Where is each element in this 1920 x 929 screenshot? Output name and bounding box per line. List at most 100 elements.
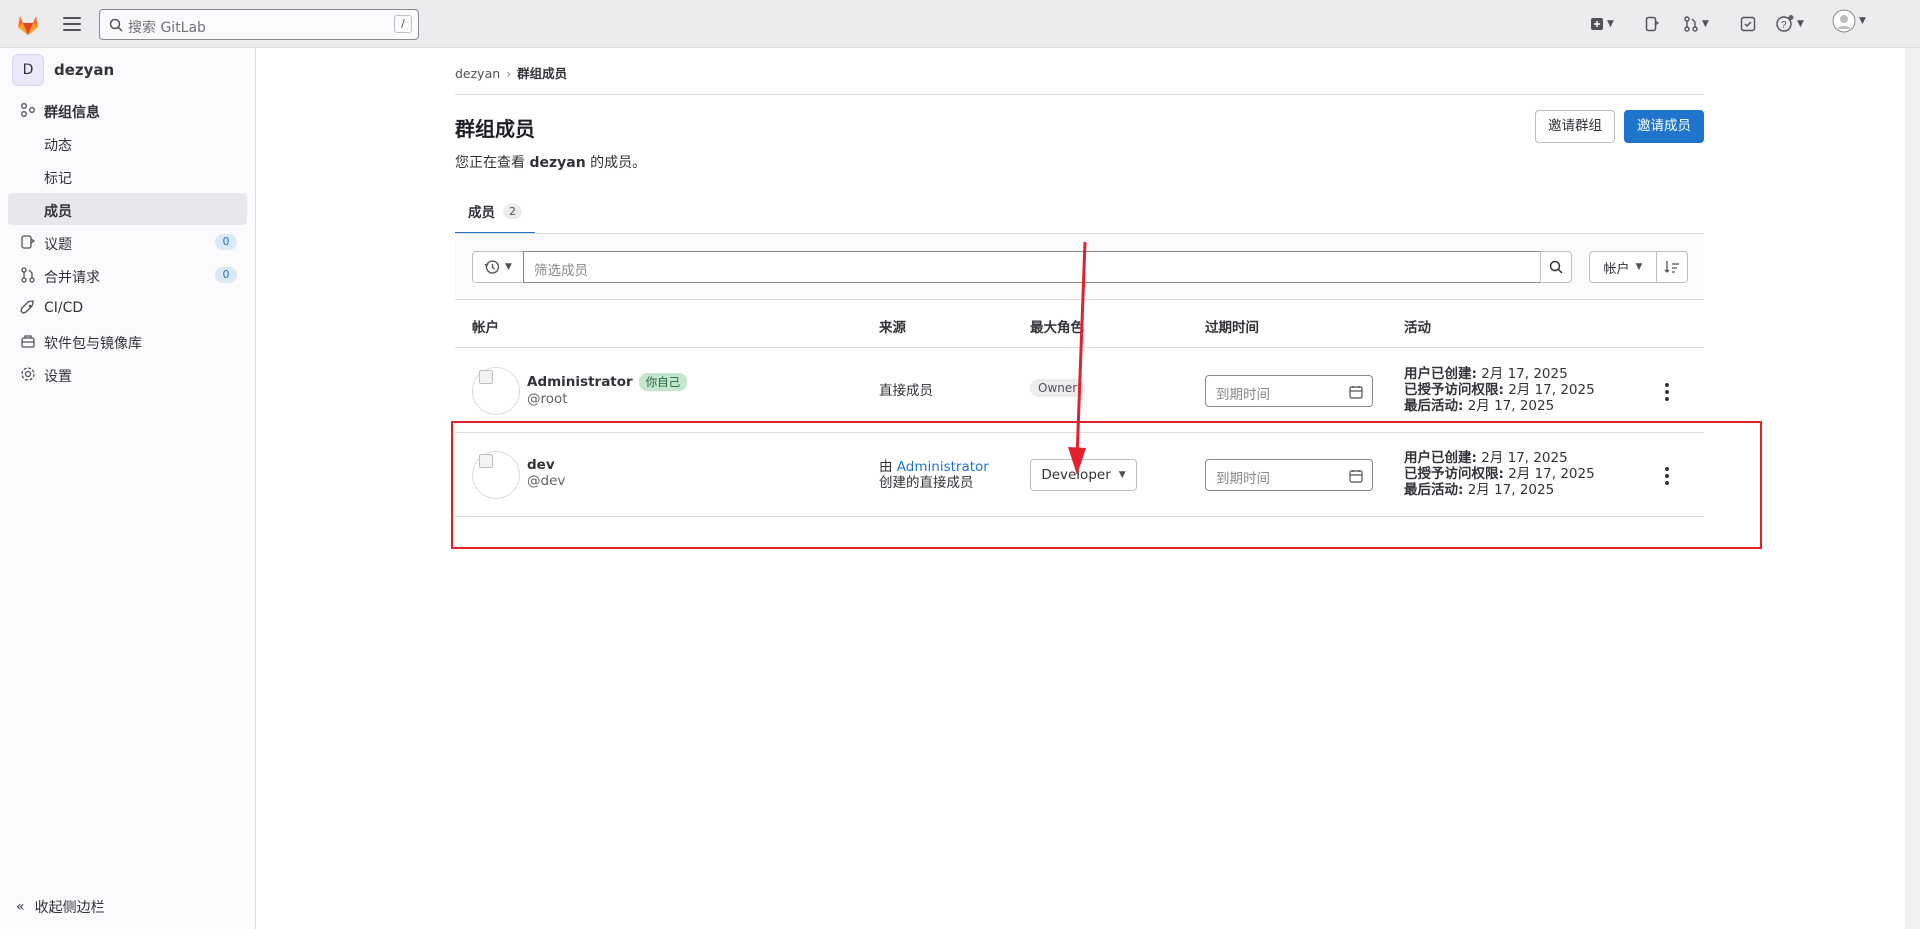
invite-member-button[interactable]: 邀请成员 <box>1624 110 1704 143</box>
activity-granted-date: 2月 17, 2025 <box>1508 382 1595 398</box>
merge-requests-count-badge: 0 <box>215 267 237 283</box>
svg-text:?: ? <box>1781 20 1787 31</box>
sidebar-item-label: 软件包与镜像库 <box>44 336 142 352</box>
chevron-down-icon: ▼ <box>1859 16 1866 26</box>
member-name-text: Administrator <box>527 374 633 390</box>
sidebar-item-label: 合并请求 <box>44 270 100 286</box>
broken-image-icon <box>479 370 493 384</box>
sidebar-item-label: 标记 <box>44 171 72 187</box>
sidebar-item-label: 设置 <box>44 369 72 385</box>
sidebar-item-members[interactable]: 成员 <box>8 193 247 225</box>
calendar-icon <box>1349 386 1363 399</box>
column-header-source: 来源 <box>879 320 906 336</box>
double-chevron-left-icon: « <box>16 899 25 915</box>
avatar[interactable] <box>472 367 520 415</box>
issues-icon <box>21 235 36 249</box>
desc-prefix: 您正在查看 <box>455 155 530 171</box>
invite-group-button[interactable]: 邀请群组 <box>1535 110 1615 143</box>
members-table-header: 帐户 来源 最大角色 过期时间 活动 <box>455 300 1704 348</box>
sidebar-item-label: 议题 <box>44 237 72 253</box>
sidebar-item-label: 动态 <box>44 138 72 154</box>
filter-placeholder: 筛选成员 <box>534 263 588 279</box>
column-header-max-role: 最大角色 <box>1030 320 1084 336</box>
issues-button[interactable] <box>1645 15 1659 33</box>
recent-searches-button[interactable]: ▼ <box>472 251 524 283</box>
help-icon: ? <box>1776 15 1794 32</box>
user-avatar-icon <box>1832 9 1856 33</box>
member-source: 直接成员 <box>879 383 933 399</box>
group-header[interactable]: D dezyan <box>12 54 114 86</box>
member-name[interactable]: Administrator 你自己 <box>527 373 688 391</box>
plus-square-icon <box>1591 18 1603 30</box>
sidebar-item-cicd[interactable]: CI/CD <box>8 292 247 324</box>
page-title: 群组成员 <box>455 117 535 141</box>
rocket-icon <box>20 300 34 314</box>
sort-lowest-icon <box>1664 261 1679 273</box>
sort-field-label: 帐户 <box>1603 261 1630 277</box>
menu-toggle-icon[interactable] <box>62 14 82 34</box>
sidebar-item-label: 群组信息 <box>44 105 100 121</box>
sidebar-item-merge-requests[interactable]: 合并请求 0 <box>8 259 247 291</box>
group-avatar: D <box>12 54 44 86</box>
history-icon <box>484 260 500 274</box>
search-shortcut-hint: / <box>394 15 412 33</box>
package-icon <box>21 335 35 348</box>
page-description: 您正在查看 dezyan 的成员。 <box>455 152 646 172</box>
filter-bar: ▼ 筛选成员 帐户 ▼ <box>455 234 1704 300</box>
help-button[interactable]: ? ▼ <box>1776 15 1804 33</box>
role-badge: Owner <box>1030 379 1086 397</box>
filter-members-input[interactable]: 筛选成员 <box>523 251 1541 283</box>
search-input[interactable]: 搜索 GitLab / <box>99 9 419 40</box>
annotation-highlight-box <box>451 421 1762 549</box>
sort-direction-button[interactable] <box>1656 251 1688 283</box>
column-header-expiration: 过期时间 <box>1205 320 1259 336</box>
activity-created-label: 用户已创建: <box>1404 366 1477 382</box>
breadcrumb-current[interactable]: 群组成员 <box>517 66 567 81</box>
tab-members[interactable]: 成员 2 <box>455 190 535 234</box>
sidebar-item-group-info[interactable]: 群组信息 <box>8 94 247 126</box>
chevron-down-icon: ▼ <box>1702 19 1709 29</box>
create-new-button[interactable]: ▼ <box>1590 15 1614 33</box>
sidebar-item-settings[interactable]: 设置 <box>8 358 247 390</box>
group-name: dezyan <box>54 61 115 79</box>
sidebar-item-label: 成员 <box>44 204 72 220</box>
sidebar-item-label: CI/CD <box>44 300 84 316</box>
todo-check-icon <box>1740 16 1756 32</box>
member-activity: 用户已创建: 2月 17, 2025 已授予访问权限: 2月 17, 2025 … <box>1404 366 1595 414</box>
search-placeholder: 搜索 GitLab <box>128 20 206 36</box>
collapse-sidebar-label: 收起侧边栏 <box>34 900 105 916</box>
tab-count-badge: 2 <box>503 203 522 219</box>
sidebar-item-issues[interactable]: 议题 0 <box>8 226 247 258</box>
page-scrollbar[interactable] <box>1905 48 1920 929</box>
filter-search-button[interactable] <box>1540 251 1572 283</box>
todos-button[interactable] <box>1740 15 1756 33</box>
you-badge: 你自己 <box>638 373 688 391</box>
merge-requests-button[interactable]: ▼ <box>1683 15 1709 33</box>
activity-last-label: 最后活动: <box>1404 398 1464 414</box>
desc-group-name: dezyan <box>529 155 586 171</box>
desc-suffix: 的成员。 <box>585 155 647 171</box>
sort-field-dropdown[interactable]: 帐户 ▼ <box>1589 251 1657 283</box>
sidebar-item-labels[interactable]: 标记 <box>8 160 247 192</box>
activity-granted-label: 已授予访问权限: <box>1404 382 1504 398</box>
sidebar-item-activity[interactable]: 动态 <box>8 127 247 159</box>
tab-label: 成员 <box>468 205 495 221</box>
sidebar-item-packages[interactable]: 软件包与镜像库 <box>8 325 247 357</box>
chevron-down-icon: ▼ <box>505 262 512 272</box>
activity-created-date: 2月 17, 2025 <box>1481 366 1568 382</box>
breadcrumb-root-link[interactable]: dezyan <box>455 66 500 81</box>
search-icon <box>109 18 123 32</box>
more-actions-icon[interactable] <box>1665 383 1669 401</box>
member-username: @root <box>527 391 568 407</box>
chevron-down-icon: ▼ <box>1607 19 1614 29</box>
expiration-date-input[interactable]: 到期时间 <box>1205 375 1373 407</box>
expiration-placeholder: 到期时间 <box>1216 387 1270 403</box>
user-menu-button[interactable]: ▼ <box>1832 9 1866 33</box>
gitlab-logo-icon[interactable] <box>14 10 42 38</box>
merge-request-icon <box>21 267 35 283</box>
collapse-sidebar-button[interactable]: « 收起侧边栏 <box>16 897 105 917</box>
divider <box>455 94 1704 95</box>
breadcrumb-separator-icon: › <box>506 66 512 81</box>
sidebar: D dezyan 群组信息 动态 标记 成员 议题 0 合并请求 0 CI/CD… <box>0 48 256 929</box>
issues-icon <box>1645 16 1659 32</box>
